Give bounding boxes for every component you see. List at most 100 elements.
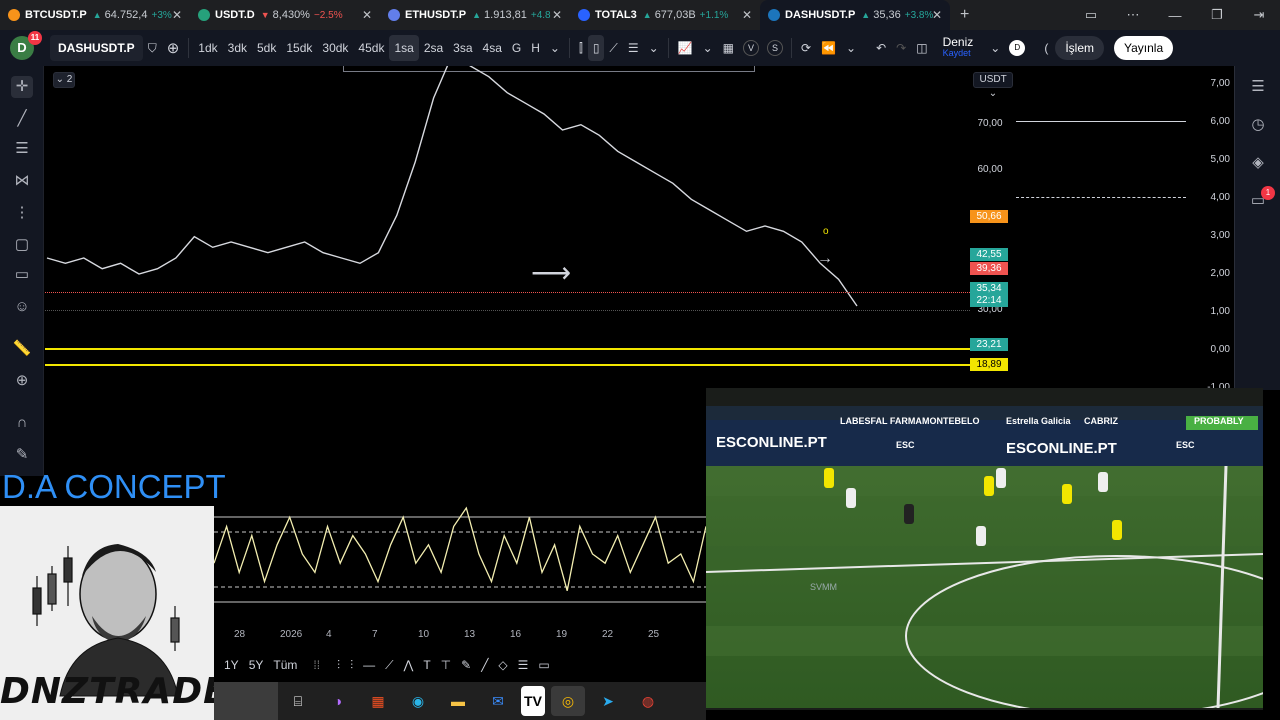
undo-icon[interactable]: ↶ xyxy=(871,41,891,55)
restore-button[interactable]: ❐ xyxy=(1196,7,1238,23)
arrow-drawing-small[interactable]: → xyxy=(817,250,833,268)
chevron-down-icon[interactable]: ⌄ xyxy=(644,41,664,55)
lock-draw-icon[interactable]: ✎ xyxy=(11,444,33,466)
layout-grid-icon[interactable]: ▦ xyxy=(718,41,739,55)
indicators-icon[interactable]: 📈 xyxy=(673,41,698,55)
ray-icon[interactable]: ╱ xyxy=(476,658,493,672)
tab-close-icon[interactable]: ✕ xyxy=(362,8,372,22)
tool-icon-2[interactable]: ⫶ xyxy=(345,658,358,673)
tool-icon-1[interactable]: ⫶ xyxy=(332,658,345,673)
yellow-level-2[interactable] xyxy=(45,364,970,366)
crosshair-icon[interactable]: ✛ xyxy=(11,76,33,98)
range-button[interactable]: 1Y xyxy=(224,658,239,672)
replay-icon[interactable]: ⏪ xyxy=(816,41,841,55)
tablet-icon[interactable]: ▭ xyxy=(1070,7,1112,23)
tab-close-icon[interactable]: ✕ xyxy=(172,8,182,22)
interval-30dk[interactable]: 30dk xyxy=(317,35,353,61)
interval-2sa[interactable]: 2sa xyxy=(419,35,448,61)
interval-3dk[interactable]: 3dk xyxy=(223,35,252,61)
interval-H[interactable]: H xyxy=(526,35,545,61)
tab-close-icon[interactable]: ✕ xyxy=(932,8,942,22)
ruler-icon[interactable]: 📏 xyxy=(11,338,33,360)
copilot-icon[interactable]: ◑ xyxy=(321,686,355,716)
interval-4sa[interactable]: 4sa xyxy=(478,35,507,61)
telegram-icon[interactable]: ➤ xyxy=(591,686,625,716)
v-badge[interactable]: V xyxy=(743,40,760,56)
alert-icon[interactable]: ⟳ xyxy=(796,41,816,55)
pattern-icon[interactable]: ⋈ xyxy=(11,170,33,192)
interval-15dk[interactable]: 15dk xyxy=(281,35,317,61)
layers-icon[interactable]: ◈ xyxy=(1247,152,1269,174)
interval-3sa[interactable]: 3sa xyxy=(448,35,477,61)
interval-1dk[interactable]: 1dk xyxy=(193,35,222,61)
currency-button[interactable]: USDT ⌄ xyxy=(973,72,1013,99)
chevron-down-icon[interactable]: ⌄ xyxy=(841,41,861,55)
magnet-icon[interactable]: ∩ xyxy=(11,412,33,434)
app-icon[interactable]: ◍ xyxy=(631,686,665,716)
text-box-icon[interactable]: ⊤ xyxy=(436,658,456,672)
zoom-icon[interactable]: ⊕ xyxy=(11,370,33,392)
path-icon[interactable]: ⋀ xyxy=(398,658,418,672)
pen-icon[interactable]: ✎ xyxy=(456,658,476,672)
watchlist-icon[interactable]: ☰ xyxy=(1247,76,1269,98)
s-badge[interactable]: S xyxy=(767,40,784,56)
range-button[interactable]: 5Y xyxy=(249,658,264,672)
tab-close-icon[interactable]: ✕ xyxy=(552,8,562,22)
trendline-icon[interactable]: ╱ xyxy=(11,108,33,130)
minimize-button[interactable]: — xyxy=(1154,8,1196,23)
publish-button[interactable]: Yayınla xyxy=(1113,36,1174,60)
forecast-icon[interactable]: ⋮ xyxy=(11,202,33,224)
browser-tab[interactable]: USDT.D ▼ 8,430% −2.5% ✕ xyxy=(190,0,380,30)
redo-icon[interactable]: ↷ xyxy=(891,41,911,55)
emoji-icon[interactable]: ☺ xyxy=(11,296,33,318)
browser-tab[interactable]: ETHUSDT.P ▲ 1.913,81 +4.8 ✕ xyxy=(380,0,570,30)
lines-icon[interactable]: ☰ xyxy=(513,658,534,672)
chevron-down-icon[interactable]: ⌄ xyxy=(985,41,1005,55)
outlook-icon[interactable]: ✉ xyxy=(481,686,515,716)
text-note-icon[interactable]: ▭ xyxy=(11,264,33,286)
browser-tab[interactable]: BTCUSDT.P ▲ 64.752,4 +3% ✕ xyxy=(0,0,190,30)
fib-icon[interactable]: ☰ xyxy=(11,138,33,160)
panel-icon[interactable]: ◫ xyxy=(911,41,932,55)
store-icon[interactable]: ▦ xyxy=(361,686,395,716)
tradingview-icon[interactable]: TV xyxy=(521,686,545,716)
taskbar-search[interactable] xyxy=(214,682,278,720)
widgets-icon[interactable]: ⌸ xyxy=(281,686,315,716)
bar-style-icon[interactable]: ⫿ xyxy=(574,41,588,56)
arrow-drawing[interactable]: ⟶ xyxy=(531,256,571,289)
interval-5dk[interactable]: 5dk xyxy=(252,35,281,61)
brush-icon[interactable]: ⟋ xyxy=(380,658,398,673)
tab-close-icon[interactable]: ✕ xyxy=(742,8,752,22)
ellipse-icon[interactable]: ◇ xyxy=(493,658,512,672)
interval-G[interactable]: G xyxy=(507,35,526,61)
date-axis[interactable]: 28 2026 4 7 10 13 16 19 22 25 xyxy=(214,626,706,644)
text-tool-icon[interactable]: T xyxy=(418,658,435,672)
candle-style-icon[interactable]: ▯ xyxy=(587,35,605,61)
exit-button[interactable]: ⇥ xyxy=(1238,7,1280,23)
chat-icon[interactable]: ▭ 1 xyxy=(1247,186,1275,212)
comment-icon[interactable]: ▭ xyxy=(533,658,554,672)
video-overlay[interactable]: LABESFAL FARMA MONTEBELO Estrella Galicia C… xyxy=(706,388,1263,710)
price-chart[interactable]: ⌄ 2 ⟶ → o USDT ⌄ xyxy=(45,66,1015,390)
more-icon[interactable]: ⋯ xyxy=(1112,7,1154,23)
interval-45dk[interactable]: 45dk xyxy=(353,35,389,61)
shield-icon[interactable]: ⛉ xyxy=(143,41,162,56)
clock-icon[interactable]: ◷ xyxy=(1247,114,1269,136)
browser-tab[interactable]: DASHUSDT.P ▲ 35,36 +3.8% ✕ xyxy=(760,0,950,30)
oscillator-pane[interactable] xyxy=(213,500,707,610)
trade-button[interactable]: İşlem xyxy=(1055,36,1104,60)
edge-icon[interactable]: ◉ xyxy=(401,686,435,716)
chevron-down-icon[interactable]: ⌄ xyxy=(698,41,718,55)
new-tab-button[interactable]: + xyxy=(960,6,969,24)
browser-tab[interactable]: TOTAL3 ▲ 677,03B +1.1% ✕ xyxy=(570,0,760,30)
compare-add-icon[interactable]: ⊕ xyxy=(162,39,185,57)
shapes-icon[interactable]: ▢ xyxy=(11,234,33,256)
range-button[interactable]: Tüm xyxy=(273,658,297,672)
list-icon[interactable]: ☰ xyxy=(623,41,644,55)
chevron-down-icon[interactable]: ⌄ xyxy=(545,41,565,55)
symbol-search-button[interactable]: DASHUSDT.P xyxy=(50,35,143,61)
line-tool-icon[interactable]: — xyxy=(358,658,380,672)
yellow-level-1[interactable] xyxy=(45,348,970,350)
avatar[interactable]: D 11 xyxy=(10,31,42,60)
layout-name[interactable]: Deniz Kaydet xyxy=(943,36,974,59)
